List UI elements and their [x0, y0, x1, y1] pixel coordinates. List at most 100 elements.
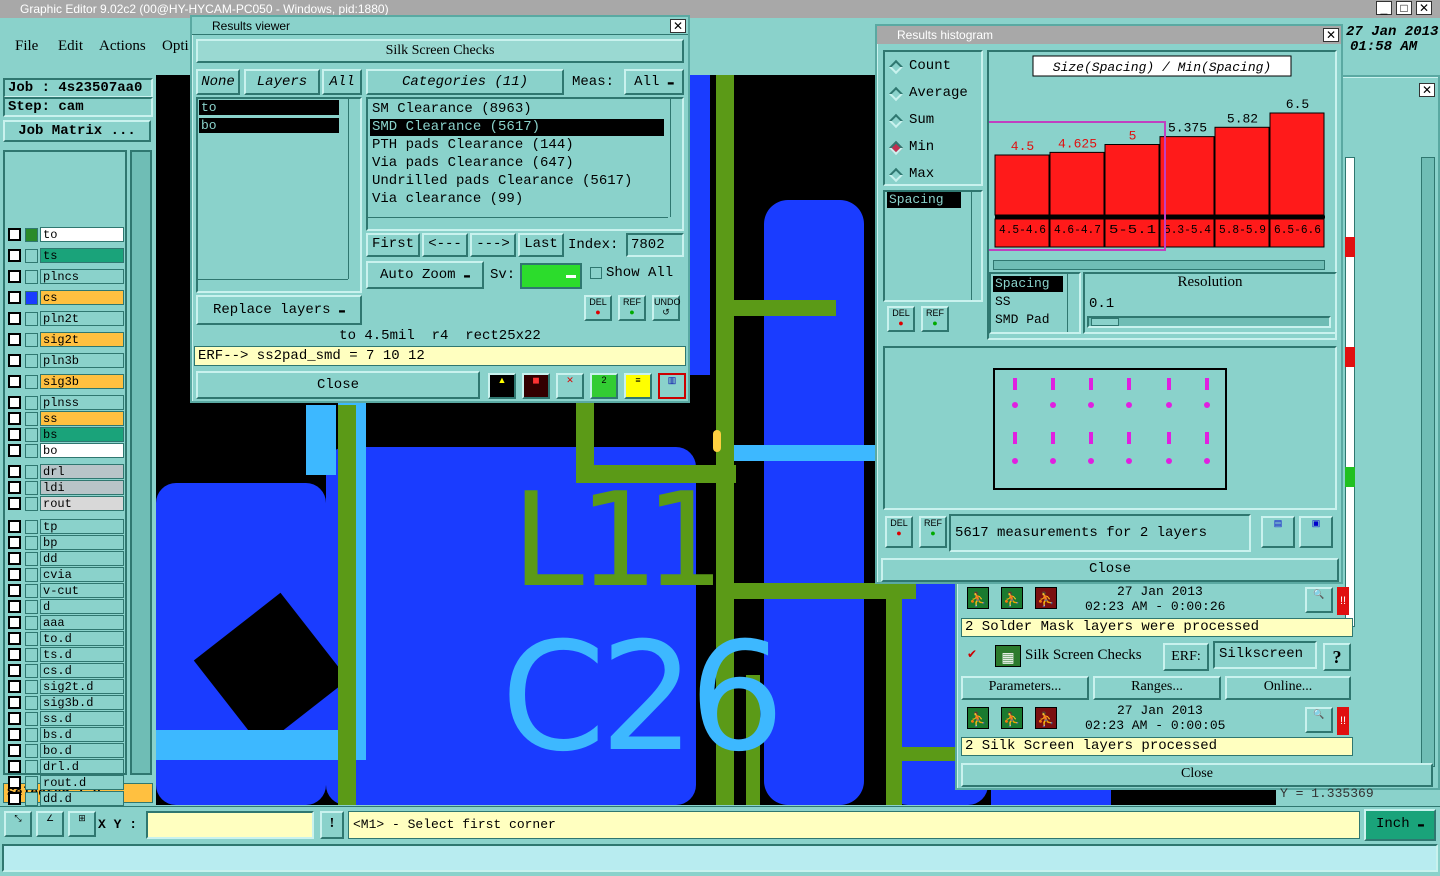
layer-color-box[interactable]	[25, 428, 38, 442]
layer-name[interactable]: bs.d	[40, 727, 124, 742]
layer-row[interactable]: pln2t	[8, 311, 126, 327]
layer-name[interactable]: bo.d	[40, 743, 124, 758]
layer-name[interactable]: sig3b	[40, 374, 124, 389]
metric-list-scrollbar[interactable]	[971, 192, 981, 300]
grid-icon[interactable]: ⊞	[68, 811, 96, 837]
layer-checkbox[interactable]	[8, 792, 21, 805]
layer-color-box[interactable]	[25, 312, 38, 326]
histogram-bar[interactable]	[1214, 126, 1270, 216]
layer-row[interactable]: ldi	[8, 480, 126, 496]
histogram-ref-icon-2[interactable]: REF ●	[919, 516, 947, 548]
layer-name[interactable]: sig2t.d	[40, 679, 124, 694]
lower-item-ss[interactable]: SS	[995, 294, 1011, 309]
chart-compare-icon[interactable]: ▣	[1299, 516, 1333, 548]
all-button[interactable]: All	[322, 69, 362, 95]
layer-name[interactable]: tp	[40, 519, 124, 534]
layer-checkbox[interactable]	[8, 632, 21, 645]
checklist-vscroll[interactable]	[1421, 157, 1435, 767]
layer-checkbox[interactable]	[8, 312, 21, 325]
histogram-bar[interactable]	[1269, 112, 1325, 216]
layer-color-box[interactable]	[25, 680, 38, 694]
layer-checkbox[interactable]	[8, 552, 21, 565]
layer-color-box[interactable]	[25, 412, 38, 426]
menu-options[interactable]: Opti	[162, 38, 189, 55]
histogram-close-button[interactable]: Close	[881, 558, 1339, 582]
categories-vscroll[interactable]	[670, 99, 682, 217]
snap-icon[interactable]: ⤡	[4, 811, 32, 837]
units-select[interactable]: Inch ▬	[1364, 809, 1436, 841]
layer-row[interactable]: sig2t	[8, 332, 126, 348]
layer-color-box[interactable]	[25, 728, 38, 742]
layer-row[interactable]: rout	[8, 496, 126, 512]
categories-header[interactable]: Categories (11)	[366, 69, 564, 95]
layer-row[interactable]: cs.d	[8, 663, 126, 679]
result-layer-bo[interactable]: bo	[199, 118, 339, 133]
layer-color-box[interactable]	[25, 616, 38, 630]
next-button[interactable]: --->	[470, 233, 516, 257]
layer-checkbox[interactable]	[8, 412, 21, 425]
meas-select[interactable]: All ▬	[624, 69, 684, 95]
layer-name[interactable]: drl.d	[40, 759, 124, 774]
layer-checkbox[interactable]	[8, 481, 21, 494]
layer-color-box[interactable]	[25, 664, 38, 678]
layer-row[interactable]: bp	[8, 535, 126, 551]
layer-color-box[interactable]	[25, 696, 38, 710]
layer-color-box[interactable]	[25, 444, 38, 458]
chart-hscroll[interactable]	[993, 260, 1325, 270]
runner-icon[interactable]: ⛹	[967, 587, 989, 609]
lower-item-smd-pad[interactable]: SMD Pad	[995, 312, 1050, 327]
layer-name[interactable]: bs	[40, 427, 124, 442]
layer-color-box[interactable]	[25, 568, 38, 582]
category-item[interactable]: Via clearance (99)	[370, 191, 664, 208]
lower-list-scrollbar[interactable]	[1067, 274, 1079, 332]
histogram-close-icon[interactable]: ✕	[1323, 28, 1339, 42]
histogram-bar[interactable]	[994, 154, 1050, 216]
layer-name[interactable]: d	[40, 599, 124, 614]
layer-checkbox[interactable]	[8, 428, 21, 441]
menu-edit[interactable]: Edit	[58, 38, 83, 55]
layer-checkbox[interactable]	[8, 333, 21, 346]
layer-color-box[interactable]	[25, 776, 38, 790]
layer-row[interactable]: v-cut	[8, 583, 126, 599]
option-label[interactable]: Sum	[909, 112, 934, 128]
layer-name[interactable]: cvia	[40, 567, 124, 582]
layer-checkbox[interactable]	[8, 744, 21, 757]
layer-row[interactable]: ss	[8, 411, 126, 427]
report-icon[interactable]: ◼	[522, 373, 550, 399]
layer-checkbox[interactable]	[8, 444, 21, 457]
auto-zoom-select[interactable]: Auto Zoom ▬	[366, 261, 484, 289]
layer-row[interactable]: bs.d	[8, 727, 126, 743]
erf-value[interactable]: Silkscreen	[1213, 641, 1317, 669]
layer-row[interactable]: sig3b	[8, 374, 126, 390]
layer-checkbox[interactable]	[8, 249, 21, 262]
layer-name[interactable]: ts.d	[40, 647, 124, 662]
category-item[interactable]: PTH pads Clearance (144)	[370, 137, 664, 154]
ranges-button[interactable]: Ranges...	[1093, 676, 1221, 700]
layer-color-box[interactable]	[25, 552, 38, 566]
layer-row[interactable]: sig3b.d	[8, 695, 126, 711]
layer-row[interactable]: bs	[8, 427, 126, 443]
histogram-chart[interactable]: Size(Spacing) / Min(Spacing) 4.5 4.5-4.6 4.…	[989, 52, 1335, 252]
layer-name[interactable]: aaa	[40, 615, 124, 630]
none-button[interactable]: None	[196, 69, 240, 95]
layer-color-box[interactable]	[25, 792, 38, 806]
prompt-alert-button[interactable]: !	[320, 811, 344, 839]
minimize-button[interactable]: _	[1376, 1, 1392, 15]
component-preview[interactable]	[993, 368, 1227, 490]
layer-color-box[interactable]	[25, 249, 38, 263]
category-item[interactable]: Undrilled pads Clearance (5617)	[370, 173, 664, 190]
option-label[interactable]: Min	[909, 139, 934, 155]
layer-row[interactable]: drl	[8, 464, 126, 480]
category-item[interactable]: Via pads Clearance (647)	[370, 155, 664, 172]
metric-item-spacing[interactable]: Spacing	[887, 192, 961, 208]
layer-checkbox[interactable]	[8, 396, 21, 409]
help-button[interactable]: ?	[1323, 643, 1351, 671]
layer-row[interactable]: tp	[8, 519, 126, 535]
measure-icon[interactable]: ∠	[36, 811, 64, 837]
layer-color-box[interactable]	[25, 744, 38, 758]
layer-color-box[interactable]	[25, 481, 38, 495]
layer-name[interactable]: v-cut	[40, 583, 124, 598]
silk-checkbox[interactable]: ✔	[967, 647, 977, 661]
category-item[interactable]: SM Clearance (8963)	[370, 101, 664, 118]
layer-checkbox[interactable]	[8, 497, 21, 510]
